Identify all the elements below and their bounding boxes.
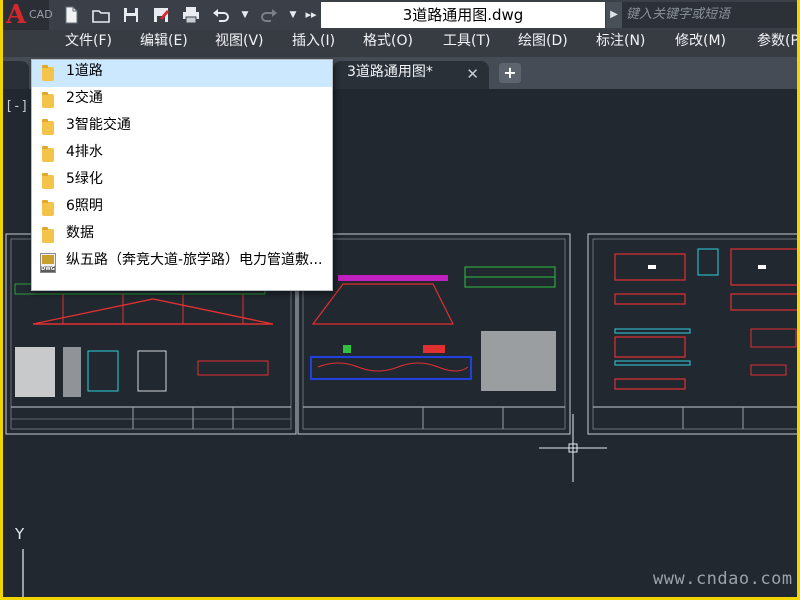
undo-dropdown-icon[interactable]: ▼ — [235, 5, 255, 25]
app-logo-subtext: CAD — [29, 8, 53, 21]
open-icon[interactable] — [91, 5, 111, 25]
menu-modify[interactable]: 修改(M) — [675, 30, 726, 57]
dropdown-item-folder[interactable]: 4排水 — [32, 141, 332, 168]
tab-previous[interactable] — [3, 61, 29, 89]
menu-draw[interactable]: 绘图(D) — [518, 30, 568, 57]
more-icon[interactable]: ▸▸ — [301, 5, 321, 25]
add-tab-button[interactable]: + — [499, 63, 521, 83]
menu-format[interactable]: 格式(O) — [363, 30, 413, 57]
close-icon[interactable]: ✕ — [466, 61, 479, 87]
undo-icon[interactable] — [211, 5, 231, 25]
chevron-right-icon[interactable]: ▶ — [606, 2, 622, 28]
crosshair-cursor — [539, 414, 607, 482]
drawing-sheet-2 — [297, 233, 571, 435]
print-icon[interactable] — [181, 5, 201, 25]
dropdown-item-label: 1道路 — [66, 63, 103, 79]
menu-bar: 文件(F) 编辑(E) 视图(V) 插入(I) 格式(O) 工具(T) 绘图(D… — [3, 30, 797, 57]
menu-tools[interactable]: 工具(T) — [443, 30, 490, 57]
application-menu-button[interactable]: A CAD — [3, 0, 53, 30]
folder-icon — [42, 119, 54, 135]
watermark: www.cndao.com — [653, 569, 793, 589]
save-icon[interactable] — [121, 5, 141, 25]
dropdown-item-folder[interactable]: 1道路 — [32, 60, 332, 87]
title-bar: A CAD ▼ ▼ ▸▸ 3道路通用图.dwg ▶ 键入关键字或短语 — [3, 0, 797, 30]
dropdown-item-label: 3智能交通 — [66, 117, 131, 133]
drawing-sheet-3 — [587, 233, 797, 435]
menu-view[interactable]: 视图(V) — [215, 30, 264, 57]
menu-file[interactable]: 文件(F) — [65, 30, 112, 57]
search-input[interactable]: 键入关键字或短语 — [622, 2, 797, 28]
menu-insert[interactable]: 插入(I) — [292, 30, 335, 57]
saveas-icon[interactable] — [151, 5, 171, 25]
folder-icon — [42, 173, 54, 189]
redo-dropdown-icon[interactable]: ▼ — [283, 5, 303, 25]
dropdown-item-label: 4排水 — [66, 144, 103, 160]
dwg-file-icon — [40, 253, 56, 273]
document-title: 3道路通用图.dwg — [321, 2, 605, 28]
redo-icon[interactable] — [259, 5, 279, 25]
dropdown-item-folder[interactable]: 2交通 — [32, 87, 332, 114]
ucs-y-label: Y — [15, 525, 25, 543]
menu-dimension[interactable]: 标注(N) — [596, 30, 645, 57]
dropdown-item-folder[interactable]: 3智能交通 — [32, 114, 332, 141]
app-logo: A — [6, 0, 27, 30]
dropdown-item-folder[interactable]: 6照明 — [32, 195, 332, 222]
folder-icon — [42, 92, 54, 108]
folder-icon — [42, 146, 54, 162]
dropdown-item-label: 5绿化 — [66, 171, 103, 187]
dropdown-item-label: 数据 — [66, 225, 94, 241]
dropdown-item-label: 2交通 — [66, 90, 103, 106]
new-icon[interactable] — [61, 5, 81, 25]
folder-icon — [42, 65, 54, 81]
folder-icon — [42, 200, 54, 216]
cad-window: A CAD ▼ ▼ ▸▸ 3道路通用图.dwg ▶ 键入关键字或短语 文件(F)… — [3, 0, 797, 597]
menu-edit[interactable]: 编辑(E) — [140, 30, 188, 57]
dropdown-item-label: 6照明 — [66, 198, 103, 214]
recent-files-dropdown: 1道路 2交通 3智能交通 4排水 5绿化 6照明 数据 纵五路（奔竞大道-旅 — [31, 59, 333, 291]
dropdown-item-file[interactable]: 纵五路（奔竞大道-旅学路）电力管道敷... — [32, 249, 332, 276]
menu-parametric[interactable]: 参数(P) — [757, 30, 797, 57]
folder-icon — [42, 227, 54, 243]
dropdown-item-folder[interactable]: 数据 — [32, 222, 332, 249]
tab-label: 3道路通用图* — [347, 64, 433, 80]
dropdown-item-label: 纵五路（奔竞大道-旅学路）电力管道敷... — [66, 252, 323, 268]
dropdown-item-folder[interactable]: 5绿化 — [32, 168, 332, 195]
tab-active-drawing[interactable]: 3道路通用图* ✕ — [333, 61, 489, 89]
